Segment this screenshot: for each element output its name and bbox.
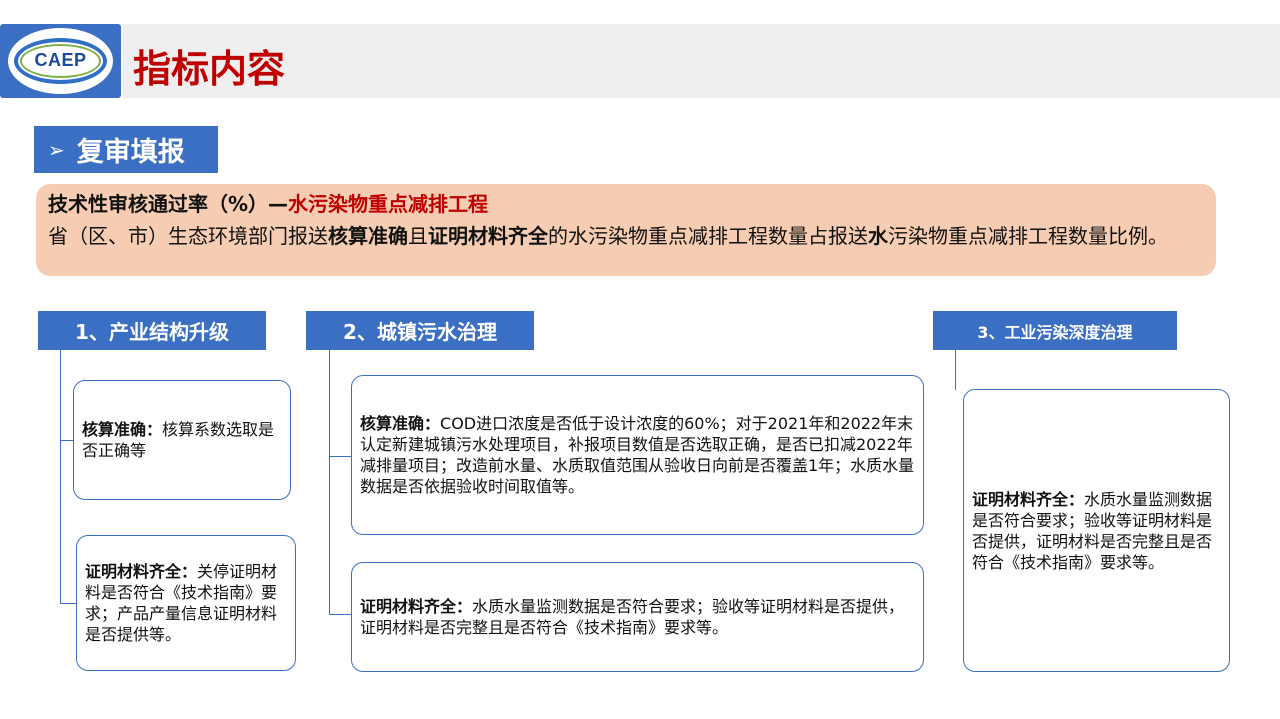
card-label: 证明材料齐全：: [360, 597, 473, 616]
definition-text: 且: [408, 224, 428, 248]
arrow-bullet-icon: ➢: [48, 137, 65, 162]
category-header-industrial-pollution: 3、工业污染深度治理: [933, 311, 1177, 350]
definition-box: 技术性审核通过率（%）—水污染物重点减排工程 省（区、市）生态环境部门报送核算准…: [36, 184, 1216, 276]
definition-title: 技术性审核通过率（%）—水污染物重点减排工程: [48, 188, 488, 217]
card-documents-complete: 证明材料齐全：水质水量监测数据是否符合要求；验收等证明材料是否提供，证明材料是否…: [351, 562, 924, 672]
card-documents-complete: 证明材料齐全：水质水量监测数据是否符合要求；验收等证明材料是否提供，证明材料是否…: [963, 389, 1230, 672]
card-accounting-accuracy: 核算准确：核算系数选取是否正确等: [73, 380, 291, 500]
card-documents-complete: 证明材料齐全：关停证明材料是否符合《技术指南》要求；产品产量信息证明材料是否提供…: [76, 535, 296, 671]
page-title: 指标内容: [133, 47, 286, 91]
logo-emblem: CAEP: [8, 28, 113, 94]
connector-line: [60, 603, 76, 604]
definition-emphasis: 核算准确: [328, 224, 408, 248]
connector-line: [955, 350, 956, 390]
section-label: 复审填报: [76, 137, 185, 168]
definition-body: 省（区、市）生态环境部门报送核算准确且证明材料齐全的水污染物重点减排工程数量占报…: [48, 222, 1208, 250]
header-bar: [123, 24, 1280, 98]
definition-emphasis: 水: [868, 224, 888, 248]
category-header-urban-sewage: 2、城镇污水治理: [306, 311, 534, 350]
category-header-industrial-upgrade: 1、产业结构升级: [38, 311, 266, 350]
definition-title-prefix: 技术性审核通过率（%）—: [48, 192, 289, 216]
definition-emphasis: 证明材料齐全: [428, 224, 548, 248]
definition-title-highlight: 水污染物重点减排工程: [288, 192, 489, 216]
card-label: 证明材料齐全：: [85, 562, 198, 581]
connector-line: [329, 350, 330, 615]
connector-line: [60, 350, 61, 604]
card-text: COD进口浓度是否低于设计浓度的60%；对于2021年和2022年末认定新建城镇…: [360, 414, 915, 496]
card-label: 证明材料齐全：: [972, 489, 1085, 509]
logo-text: CAEP: [34, 50, 87, 70]
definition-text: 的水污染物重点减排工程数量占报送: [548, 224, 868, 248]
connector-line: [329, 456, 352, 457]
connector-line: [329, 614, 352, 615]
card-accounting-accuracy: 核算准确：COD进口浓度是否低于设计浓度的60%；对于2021年和2022年末认…: [351, 375, 924, 535]
definition-text: 省（区、市）生态环境部门报送: [48, 224, 328, 248]
caep-logo: CAEP: [0, 24, 121, 98]
section-tag: ➢ 复审填报: [34, 126, 218, 173]
card-label: 核算准确：: [360, 414, 441, 433]
card-label: 核算准确：: [82, 420, 163, 439]
connector-line: [60, 440, 73, 441]
definition-text: 污染物重点减排工程数量比例。: [888, 224, 1168, 248]
